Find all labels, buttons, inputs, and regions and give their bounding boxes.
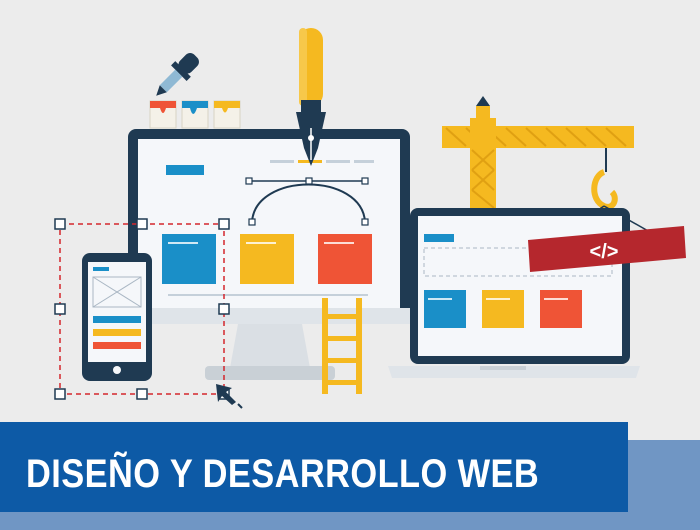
eyedropper-icon xyxy=(156,53,199,96)
mobile-phone xyxy=(82,253,152,381)
web-design-illustration: </> xyxy=(54,28,686,409)
cursor-icon xyxy=(216,384,243,409)
banner-title: DISEÑO Y DESARROLLO WEB xyxy=(26,452,540,496)
illustration: </> DISEÑO Y DESARROLLO WEB xyxy=(0,0,700,530)
desktop-monitor xyxy=(128,129,410,380)
paint-cups xyxy=(149,100,241,129)
code-tag-label: </> xyxy=(590,241,619,263)
